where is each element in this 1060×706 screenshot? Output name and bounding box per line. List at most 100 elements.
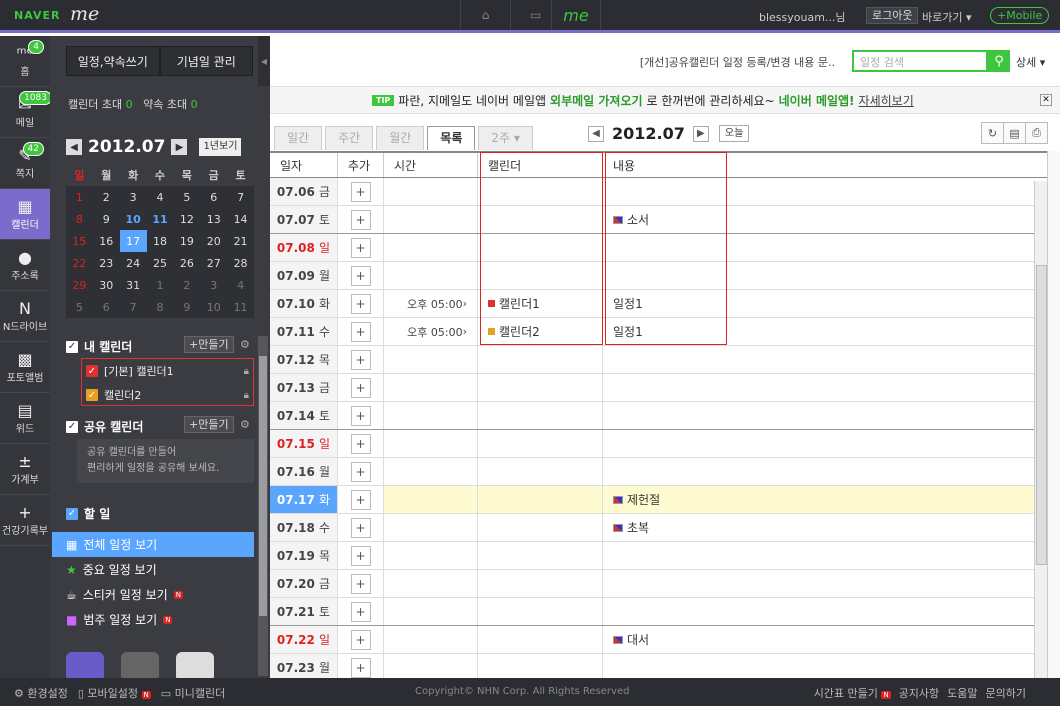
gear-icon[interactable]: ⚙	[240, 418, 250, 431]
calendar-item-1[interactable]: ✓ [기본] 캘린더1 🔒︎	[82, 359, 253, 383]
row-content[interactable]	[603, 542, 1047, 569]
nav-mail[interactable]: ✉메일1083	[0, 87, 52, 138]
view-important[interactable]: ★ 중요 일정 보기	[52, 557, 254, 582]
row-content[interactable]: 일정1	[603, 290, 1047, 317]
add-schedule-button[interactable]: +	[350, 237, 371, 258]
help-link[interactable]: 도움말	[947, 685, 977, 701]
detail-search-button[interactable]: 상세 ▾	[1016, 54, 1045, 70]
row-content[interactable]: 일정1	[603, 318, 1047, 345]
mini-calendar-day[interactable]: 10	[200, 296, 227, 318]
mini-calendar-day[interactable]: 24	[120, 252, 147, 274]
nav-with[interactable]: ▤ 위드	[0, 393, 50, 444]
table-row[interactable]: 07.12 목 +	[270, 346, 1047, 374]
nav-contacts[interactable]: ● 주소록	[0, 240, 50, 291]
close-icon[interactable]: ✕	[1040, 94, 1052, 106]
add-schedule-button[interactable]: +	[350, 629, 371, 650]
add-schedule-button[interactable]: +	[350, 489, 371, 510]
mini-calendar-day[interactable]: 7	[120, 296, 147, 318]
add-schedule-button[interactable]: +	[350, 461, 371, 482]
prev-month-icon[interactable]: ◀	[66, 139, 82, 155]
my-calendar-header[interactable]: ✓ 내 캘린더	[66, 338, 132, 355]
table-row[interactable]: 07.21 토 +	[270, 598, 1047, 626]
table-row[interactable]: 07.14 토 +	[270, 402, 1047, 430]
nav-home[interactable]: ᵐᵉ 홈 4	[0, 36, 50, 87]
side-panel-toggle[interactable]: ◀	[258, 36, 270, 86]
row-content[interactable]	[603, 458, 1047, 485]
add-schedule-button[interactable]: +	[350, 601, 371, 622]
row-content[interactable]	[603, 430, 1047, 457]
memo-icon[interactable]: ▤	[1003, 122, 1026, 144]
side-scrollbar[interactable]	[258, 336, 268, 676]
mini-calendar-day[interactable]: 29	[66, 274, 93, 296]
view-sticker[interactable]: ☕ 스티커 일정 보기 N	[52, 582, 254, 607]
mini-calendar-day[interactable]: 2	[93, 186, 120, 208]
checkbox-icon[interactable]: ✓	[66, 507, 78, 520]
row-content[interactable]	[603, 654, 1047, 678]
checkbox-icon[interactable]: ✓	[66, 340, 78, 353]
prev-icon[interactable]: ◀	[588, 125, 604, 142]
anniversary-button[interactable]: 기념일 관리	[159, 46, 253, 76]
shared-calendar-header[interactable]: ✓ 공유 캘린더	[66, 418, 143, 435]
table-row[interactable]: 07.08 일 +	[270, 234, 1047, 262]
mini-calendar-day[interactable]: 26	[173, 252, 200, 274]
nav-photo[interactable]: ▩ 포토앨범	[0, 342, 50, 393]
row-content[interactable]	[603, 346, 1047, 373]
tip-detail-link[interactable]: 자세히보기	[859, 92, 914, 109]
add-schedule-button[interactable]: +	[350, 181, 371, 202]
mini-calendar-day[interactable]: 9	[173, 296, 200, 318]
add-schedule-button[interactable]: +	[350, 405, 371, 426]
search-icon[interactable]: ⚲	[988, 50, 1010, 72]
mini-calendar-day[interactable]: 4	[227, 274, 254, 296]
side-scroll-thumb[interactable]	[259, 356, 267, 616]
row-content[interactable]: 대서	[603, 626, 1047, 653]
row-content[interactable]: 초복	[603, 514, 1047, 541]
timetable-link[interactable]: 시간표 만들기 N	[814, 685, 891, 701]
me-nav-icon[interactable]: me	[551, 0, 601, 30]
write-schedule-button[interactable]: 일정,약속쓰기	[66, 46, 160, 76]
mini-calendar-day[interactable]: 11	[227, 296, 254, 318]
table-row[interactable]: 07.19 목 +	[270, 542, 1047, 570]
mini-calendar-day[interactable]: 28	[227, 252, 254, 274]
table-row[interactable]: 07.10 화 + 오후 05:00 › 캘린더1 일정1	[270, 290, 1047, 318]
add-schedule-button[interactable]: +	[350, 377, 371, 398]
table-row[interactable]: 07.09 월 +	[270, 262, 1047, 290]
mini-calendar-day[interactable]: 31	[120, 274, 147, 296]
next-month-icon[interactable]: ▶	[171, 139, 188, 155]
calendar-item-2[interactable]: ✓ 캘린더2 🔒︎	[82, 383, 253, 407]
tab-weekly[interactable]: 주간	[325, 126, 374, 150]
checkbox-icon[interactable]: ✓	[66, 420, 78, 433]
list-scroll-thumb[interactable]	[1036, 265, 1047, 565]
next-icon[interactable]: ▶	[692, 125, 709, 142]
nav-ndrive[interactable]: N N드라이브	[0, 291, 50, 342]
mini-calendar-day[interactable]: 11	[147, 208, 174, 230]
mini-calendar-day[interactable]: 9	[93, 208, 120, 230]
table-row[interactable]: 07.11 수 + 오후 05:00 › 캘린더2 일정1	[270, 318, 1047, 346]
mini-calendar-day[interactable]: 4	[147, 186, 174, 208]
row-content[interactable]	[603, 178, 1047, 205]
add-schedule-button[interactable]: +	[350, 573, 371, 594]
add-schedule-button[interactable]: +	[350, 517, 371, 538]
user-name[interactable]: blessyouam...님	[759, 9, 846, 25]
right-collapse-bar[interactable]	[1047, 151, 1060, 678]
add-schedule-button[interactable]: +	[350, 657, 371, 678]
nav-health[interactable]: + 건강기록부	[0, 495, 50, 546]
mobile-button[interactable]: +Mobile	[990, 7, 1050, 24]
nav-note[interactable]: ✎ 쪽지 42	[0, 138, 50, 189]
mini-calendar-day[interactable]: 10	[120, 208, 147, 230]
logout-button[interactable]: 로그아웃	[866, 7, 919, 24]
view-all[interactable]: ▦ 전체 일정 보기	[52, 532, 254, 557]
calendar-invite-label[interactable]: 캘린더 초대	[68, 98, 122, 111]
mini-calendar-day[interactable]: 15	[66, 230, 93, 252]
tab-daily[interactable]: 일간	[274, 126, 323, 150]
make-shared-calendar-button[interactable]: +만들기	[184, 416, 234, 433]
mini-calendar-day[interactable]: 3	[120, 186, 147, 208]
gear-icon[interactable]: ⚙	[240, 338, 250, 351]
table-row[interactable]: 07.13 금 +	[270, 374, 1047, 402]
tab-2weeks[interactable]: 2주 ▾	[478, 126, 533, 150]
naver-logo[interactable]: NAVER	[14, 9, 60, 22]
table-row[interactable]: 07.17 화 + 제헌절	[270, 486, 1047, 514]
add-schedule-button[interactable]: +	[350, 433, 371, 454]
mini-calendar-day[interactable]: 5	[173, 186, 200, 208]
checkbox-icon[interactable]: ✓	[86, 365, 98, 377]
row-content[interactable]	[603, 234, 1047, 261]
